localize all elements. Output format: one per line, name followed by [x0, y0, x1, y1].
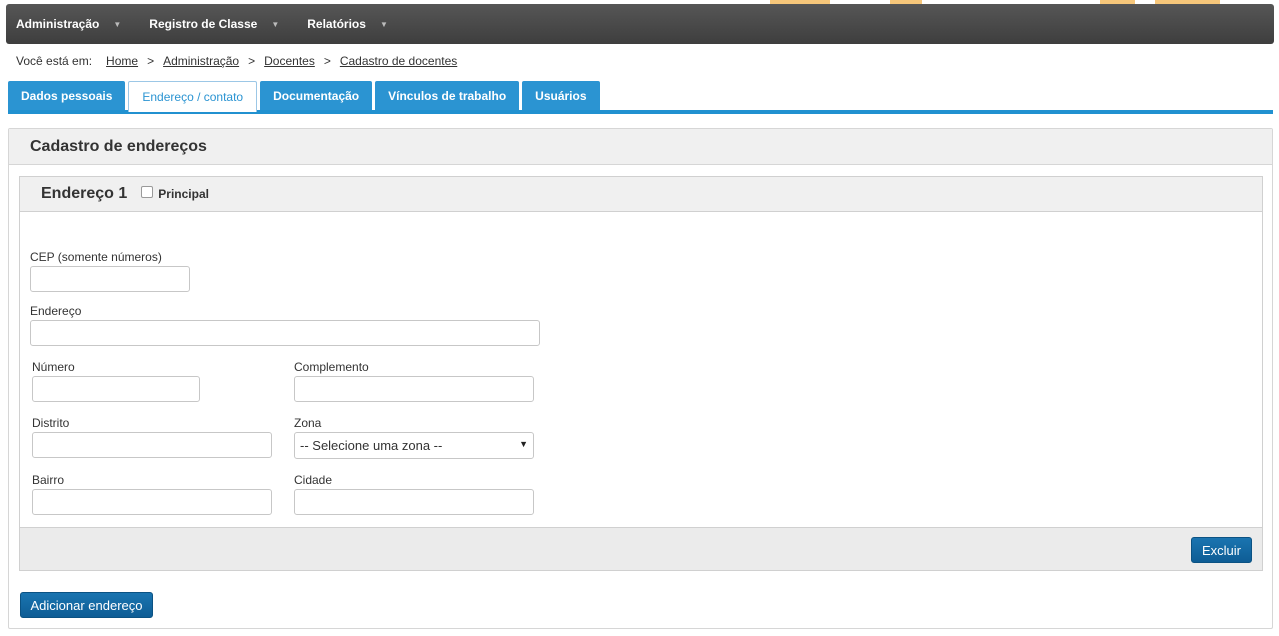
zona-select[interactable]: -- Selecione uma zona -- ▼: [294, 432, 534, 459]
complemento-input[interactable]: [294, 376, 534, 402]
caret-down-icon: ▼: [271, 19, 280, 29]
cidade-input[interactable]: [294, 489, 534, 515]
endereco-label: Endereço: [30, 304, 82, 318]
numero-label: Número: [32, 360, 75, 374]
bairro-input[interactable]: [32, 489, 272, 515]
bairro-label: Bairro: [32, 473, 65, 487]
nav-label: Administração: [16, 17, 100, 31]
nav-administracao[interactable]: Administração ▼: [16, 17, 121, 31]
nav-relatorios[interactable]: Relatórios ▼: [307, 17, 388, 31]
distrito-label: Distrito: [32, 416, 70, 430]
complemento-label: Complemento: [294, 360, 369, 374]
panel-header: Cadastro de endereços: [9, 129, 1272, 165]
cep-label: CEP (somente números): [30, 250, 162, 264]
panel-title: Cadastro de endereços: [30, 137, 207, 155]
nav-registro-de-classe[interactable]: Registro de Classe ▼: [149, 17, 279, 31]
address-title: Endereço 1: [41, 185, 128, 202]
principal-checkbox[interactable]: [141, 186, 154, 198]
main-navbar: Administração ▼ Registro de Classe ▼ Rel…: [6, 4, 1274, 44]
breadcrumb: Você está em: Home > Administração > Doc…: [16, 54, 457, 68]
breadcrumb-administracao[interactable]: Administração: [163, 54, 239, 68]
dropdown-arrow-icon: ▼: [519, 439, 528, 449]
address-card: Endereço 1 Principal CEP (somente número…: [19, 176, 1263, 571]
tab-bar: Dados pessoais Endereço / contato Docume…: [8, 81, 1273, 114]
address-card-footer: Excluir: [20, 527, 1262, 570]
tab-vinculos-de-trabalho[interactable]: Vínculos de trabalho: [375, 81, 520, 110]
breadcrumb-label: Você está em:: [16, 54, 93, 68]
delete-address-button[interactable]: Excluir: [1191, 537, 1252, 563]
breadcrumb-cadastro-de-docentes[interactable]: Cadastro de docentes: [340, 54, 457, 68]
principal-label: Principal: [158, 187, 209, 201]
nav-label: Relatórios: [307, 17, 366, 31]
zona-selected-value: -- Selecione uma zona --: [300, 438, 443, 453]
zona-label: Zona: [294, 416, 322, 430]
breadcrumb-docentes[interactable]: Docentes: [264, 54, 315, 68]
tab-documentacao[interactable]: Documentação: [260, 81, 373, 110]
breadcrumb-home[interactable]: Home: [106, 54, 138, 68]
endereco-input[interactable]: [30, 320, 540, 346]
cidade-label: Cidade: [294, 473, 333, 487]
distrito-input[interactable]: [32, 432, 272, 458]
numero-input[interactable]: [32, 376, 200, 402]
breadcrumb-separator: >: [147, 54, 155, 68]
cep-input[interactable]: [30, 266, 190, 292]
caret-down-icon: ▼: [379, 19, 388, 29]
tab-dados-pessoais[interactable]: Dados pessoais: [8, 81, 126, 110]
nav-label: Registro de Classe: [149, 17, 258, 31]
caret-down-icon: ▼: [113, 19, 122, 29]
tab-usuarios[interactable]: Usuários: [522, 81, 600, 110]
address-registration-panel: Cadastro de endereços Endereço 1 Princip…: [8, 128, 1273, 629]
tab-endereco-contato[interactable]: Endereço / contato: [128, 81, 258, 112]
address-card-header: Endereço 1 Principal: [20, 177, 1262, 212]
breadcrumb-separator: >: [323, 54, 331, 68]
add-address-button[interactable]: Adicionar endereço: [20, 592, 153, 618]
breadcrumb-separator: >: [248, 54, 256, 68]
